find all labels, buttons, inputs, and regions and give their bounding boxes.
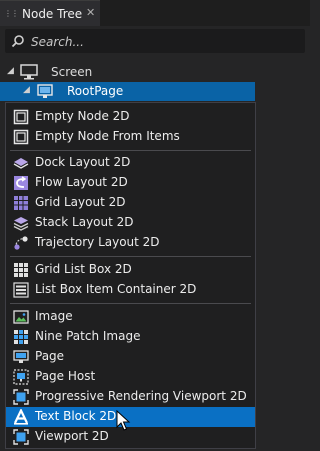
menu-item-dock-layout-2d[interactable]: Dock Layout 2D [6,153,255,173]
tab-strip: ⋮⋮ Node Tree ✕ [0,0,310,26]
menu-item-flow-layout-2d[interactable]: Flow Layout 2D [6,173,255,193]
page-icon [13,350,29,363]
menu-item-empty-node-2d[interactable]: Empty Node 2D [6,107,255,127]
tree-label-rootpage: RootPage [67,84,124,98]
monitor-icon [20,64,38,80]
menu-item-label: Dock Layout 2D [35,155,131,169]
menu-separator [10,303,251,304]
viewport-icon [13,389,29,405]
menu-item-page[interactable]: Page [6,347,255,367]
menu-item-label: Image [35,309,73,323]
menu-item-label: Stack Layout 2D [35,215,134,229]
viewport-icon [13,429,29,445]
grid-layout-icon [14,196,28,210]
text-block-icon [14,409,28,425]
dock-layout-icon [13,158,29,169]
page-icon [37,84,53,98]
grid-list-box-icon [14,263,28,277]
menu-separator [10,150,251,151]
trajectory-layout-icon [14,236,28,250]
mouse-cursor-icon [116,410,131,431]
add-node-menu: Empty Node 2D Empty Node From Items Dock… [5,102,256,449]
menu-item-label: Grid Layout 2D [35,195,126,209]
menu-separator [10,256,251,257]
menu-item-label: List Box Item Container 2D [35,282,197,296]
menu-item-label: Empty Node From Items [35,129,180,143]
menu-item-label: Viewport 2D [35,429,109,443]
menu-item-label: Nine Patch Image [35,329,141,343]
tree-row-rootpage[interactable]: ◢ RootPage [0,82,255,101]
list-box-icon [13,282,29,298]
menu-item-stack-layout-2d[interactable]: Stack Layout 2D [6,213,255,233]
empty-node-icon [13,109,29,125]
menu-item-empty-node-from-items[interactable]: Empty Node From Items [6,127,255,147]
tab-title: Node Tree [22,6,83,21]
menu-item-label: Flow Layout 2D [35,175,128,189]
menu-item-progressive-rendering-viewport-2d[interactable]: Progressive Rendering Viewport 2D [6,387,255,407]
drag-grip-icon[interactable]: ⋮⋮ [4,9,19,18]
menu-item-grid-layout-2d[interactable]: Grid Layout 2D [6,193,255,213]
page-host-icon [13,369,29,385]
expand-arrow-icon[interactable]: ◢ [23,85,30,95]
search-input[interactable] [29,31,303,53]
menu-item-label: Page [35,349,65,363]
flow-layout-icon [14,176,28,190]
menu-item-nine-patch-image[interactable]: Nine Patch Image [6,327,255,347]
menu-item-image[interactable]: Image [6,307,255,327]
search-box [5,29,305,53]
menu-item-label: Grid List Box 2D [35,262,132,276]
stack-layout-icon [13,217,29,231]
menu-item-label: Text Block 2D [35,409,117,423]
close-icon[interactable]: ✕ [86,6,95,19]
nine-patch-icon [14,330,28,344]
menu-item-label: Empty Node 2D [35,109,130,123]
empty-node-icon [13,129,29,145]
menu-item-page-host[interactable]: Page Host [6,367,255,387]
menu-item-label: Progressive Rendering Viewport 2D [35,389,247,403]
tab-node-tree[interactable]: ⋮⋮ Node Tree ✕ [0,0,100,26]
tree-label-screen: Screen [51,65,93,79]
menu-item-list-box-item-container-2d[interactable]: List Box Item Container 2D [6,280,255,300]
expand-arrow-icon[interactable]: ◢ [7,66,14,76]
image-icon [13,310,29,324]
tree-row-screen[interactable]: ◢ Screen [0,62,310,82]
menu-item-grid-list-box-2d[interactable]: Grid List Box 2D [6,260,255,280]
menu-item-label: Page Host [35,369,96,383]
menu-item-label: Trajectory Layout 2D [35,235,160,249]
search-icon [11,35,24,48]
menu-item-trajectory-layout-2d[interactable]: Trajectory Layout 2D [6,233,255,253]
